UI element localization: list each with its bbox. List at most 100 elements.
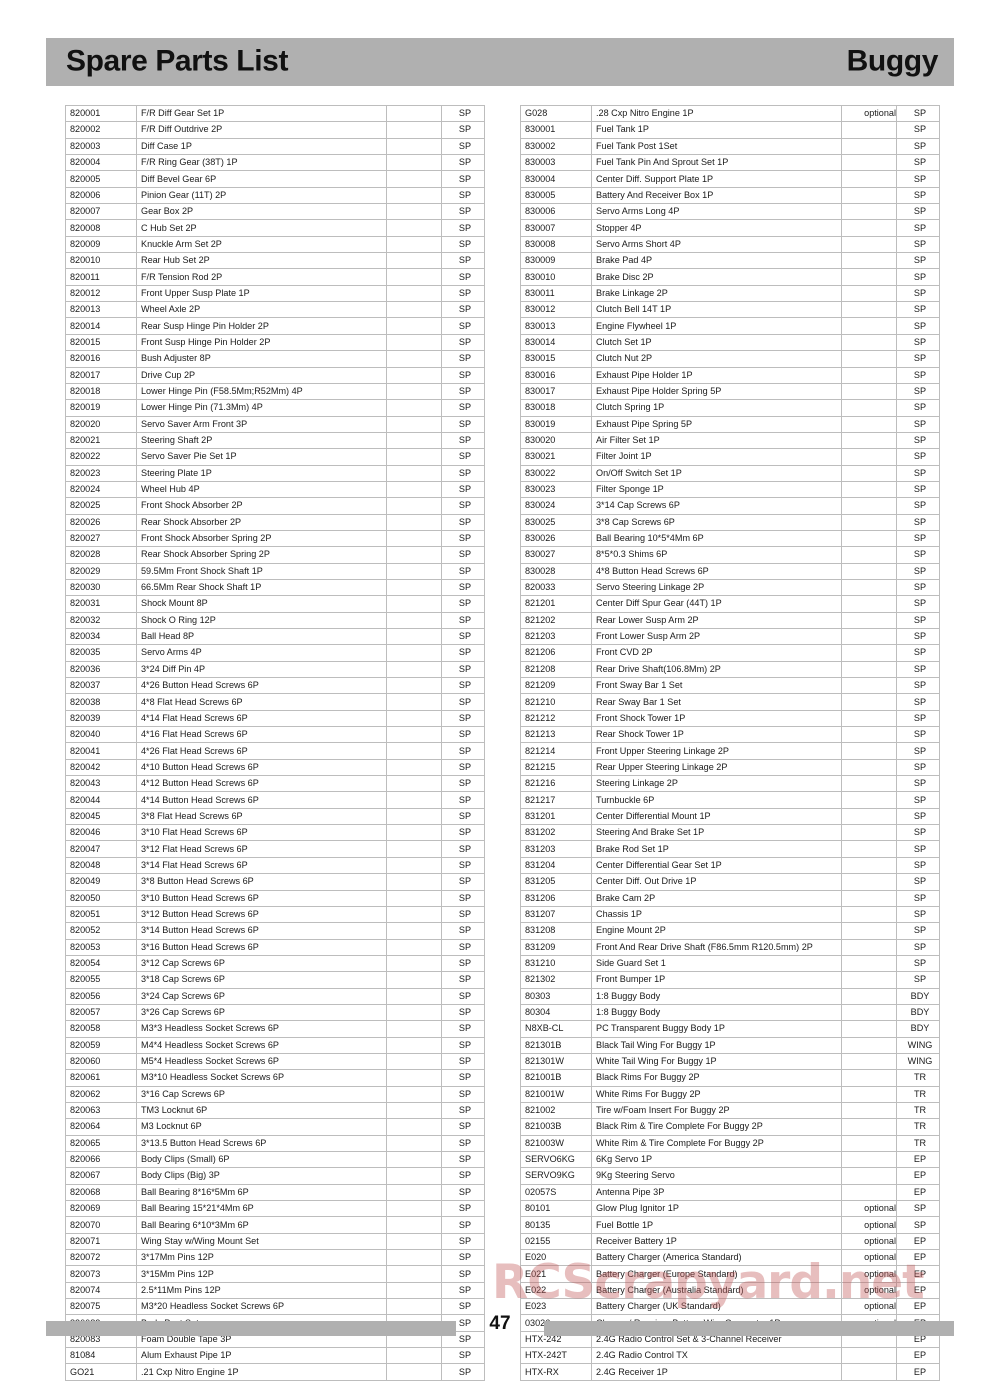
table-row: 820041 4*26 Flat Head Screws 6P SP	[65, 742, 485, 760]
part-optional-cell	[386, 464, 442, 482]
part-optional-cell: optional	[841, 1200, 897, 1218]
part-optional-cell	[386, 578, 442, 597]
part-code-cell: 820012	[65, 284, 137, 303]
part-type-cell: SP	[896, 726, 940, 744]
part-code-cell: 820018	[65, 382, 137, 401]
part-description-cell: Side Guard Set 1	[591, 954, 842, 973]
part-description-cell: Gear Box 2P	[136, 203, 387, 221]
part-description-cell: Ball Bearing 15*21*4Mm 6P	[136, 1200, 387, 1218]
part-optional-cell	[841, 1347, 897, 1365]
part-code-cell: 820022	[65, 448, 137, 466]
table-row: 821215 Rear Upper Steering Linkage 2P SP	[520, 758, 940, 777]
part-description-cell: Air Filter Set 1P	[591, 431, 842, 450]
part-optional-cell	[386, 660, 442, 679]
part-type-cell: SP	[896, 954, 940, 973]
table-row: 820015 Front Susp Hinge Pin Holder 2P SP	[65, 333, 485, 352]
part-type-cell: SP	[896, 284, 940, 303]
part-code-cell: 820070	[65, 1216, 137, 1234]
part-description-cell: Fuel Bottle 1P	[591, 1216, 842, 1234]
part-type-cell: SP	[441, 186, 485, 205]
part-type-cell: SP	[441, 611, 485, 630]
table-row: 830021 Filter Joint 1P SP	[520, 448, 940, 466]
part-type-cell: SP	[896, 922, 940, 940]
table-row: 820056 3*24 Cap Screws 6P SP	[65, 987, 485, 1005]
part-code-cell: 820034	[65, 627, 137, 646]
part-optional-cell	[386, 350, 442, 368]
part-type-cell: SP	[441, 137, 485, 156]
table-row: 820023 Steering Plate 1P SP	[65, 464, 485, 482]
part-type-cell: SP	[441, 1052, 485, 1071]
part-optional-cell	[841, 856, 897, 875]
part-code-cell: 820006	[65, 186, 137, 205]
part-code-cell: 820067	[65, 1167, 137, 1185]
part-type-cell: EP	[896, 1363, 940, 1381]
part-optional-cell	[386, 1216, 442, 1234]
part-description-cell: 6Kg Servo 1P	[591, 1150, 842, 1169]
part-description-cell: Servo Arms Long 4P	[591, 203, 842, 221]
model-name: Buggy	[846, 44, 939, 78]
table-row: 80303 1:8 Buggy Body BDY	[520, 987, 940, 1005]
part-optional-cell	[386, 1265, 442, 1283]
table-row: 820021 Steering Shaft 2P SP	[65, 431, 485, 450]
table-row: 830024 3*14 Cap Screws 6P SP	[520, 497, 940, 515]
part-code-cell: 820021	[65, 431, 137, 450]
part-type-cell: SP	[896, 578, 940, 597]
part-description-cell: Rear Susp Hinge Pin Holder 2P	[136, 317, 387, 335]
table-row: 821001B Black Rims For Buggy 2P TR	[520, 1069, 940, 1087]
part-optional-cell	[841, 562, 897, 580]
part-description-cell: C Hub Set 2P	[136, 219, 387, 237]
part-code-cell: 80303	[520, 987, 592, 1005]
part-optional-cell	[386, 235, 442, 254]
part-optional-cell	[386, 1249, 442, 1267]
part-description-cell: 3*8 Button Head Screws 6P	[136, 873, 387, 891]
part-optional-cell	[841, 873, 897, 891]
table-row: 820014 Rear Susp Hinge Pin Holder 2P SP	[65, 317, 485, 335]
part-type-cell: SP	[896, 529, 940, 548]
part-description-cell: Rear Hub Set 2P	[136, 252, 387, 270]
part-optional-cell	[386, 693, 442, 711]
table-row: G028.28 Cxp Nitro Engine 1P optional SP	[520, 104, 940, 123]
part-description-cell: Filter Joint 1P	[591, 448, 842, 466]
part-optional-cell	[841, 464, 897, 482]
table-row: 821209 Front Sway Bar 1 Set SP	[520, 677, 940, 695]
part-code-cell: E020	[520, 1249, 592, 1267]
table-row: 820032 Shock O Ring 12P SP	[65, 611, 485, 630]
table-row: 830011 Brake Linkage 2P SP	[520, 284, 940, 303]
part-code-cell: 820037	[65, 677, 137, 695]
part-description-cell: Front CVD 2P	[591, 644, 842, 662]
part-optional-cell	[841, 219, 897, 237]
part-description-cell: 4*26 Flat Head Screws 6P	[136, 742, 387, 760]
part-type-cell: SP	[441, 677, 485, 695]
part-code-cell: 820033	[520, 578, 592, 597]
part-description-cell: PC Transparent Buggy Body 1P	[591, 1020, 842, 1038]
part-code-cell: 821216	[520, 775, 592, 793]
part-description-cell: 3*12 Cap Screws 6P	[136, 954, 387, 973]
part-optional-cell	[841, 938, 897, 956]
part-type-cell: SP	[896, 791, 940, 809]
table-row: 820074 2.5*11Mm Pins 12P SP	[65, 1281, 485, 1300]
part-type-cell: SP	[441, 1347, 485, 1365]
table-row: 820070 Ball Bearing 6*10*3Mm 6P SP	[65, 1216, 485, 1234]
part-optional-cell	[841, 611, 897, 630]
part-code-cell: 830019	[520, 415, 592, 433]
part-type-cell: SP	[441, 448, 485, 466]
table-row: 820002 F/R Diff Outdrive 2P SP	[65, 121, 485, 139]
part-type-cell: SP	[896, 758, 940, 777]
part-optional-cell	[386, 889, 442, 907]
part-description-cell: Exhaust Pipe Holder Spring 5P	[591, 382, 842, 401]
part-code-cell: 820016	[65, 350, 137, 368]
part-optional-cell	[386, 954, 442, 973]
table-row: 821212 Front Shock Tower 1P SP	[520, 709, 940, 728]
part-code-cell: 820047	[65, 840, 137, 858]
part-optional-cell	[386, 1101, 442, 1120]
part-optional-cell	[841, 677, 897, 695]
part-code-cell: 830022	[520, 464, 592, 482]
part-description-cell: Rear Drive Shaft(106.8Mm) 2P	[591, 660, 842, 679]
part-code-cell: 830024	[520, 497, 592, 515]
part-description-cell: Steering Linkage 2P	[591, 775, 842, 793]
table-row: 820039 4*14 Flat Head Screws 6P SP	[65, 709, 485, 728]
part-type-cell: SP	[441, 382, 485, 401]
table-row: 820057 3*26 Cap Screws 6P SP	[65, 1003, 485, 1022]
part-type-cell: SP	[441, 905, 485, 924]
part-description-cell: M5*4 Headless Socket Screws 6P	[136, 1052, 387, 1071]
